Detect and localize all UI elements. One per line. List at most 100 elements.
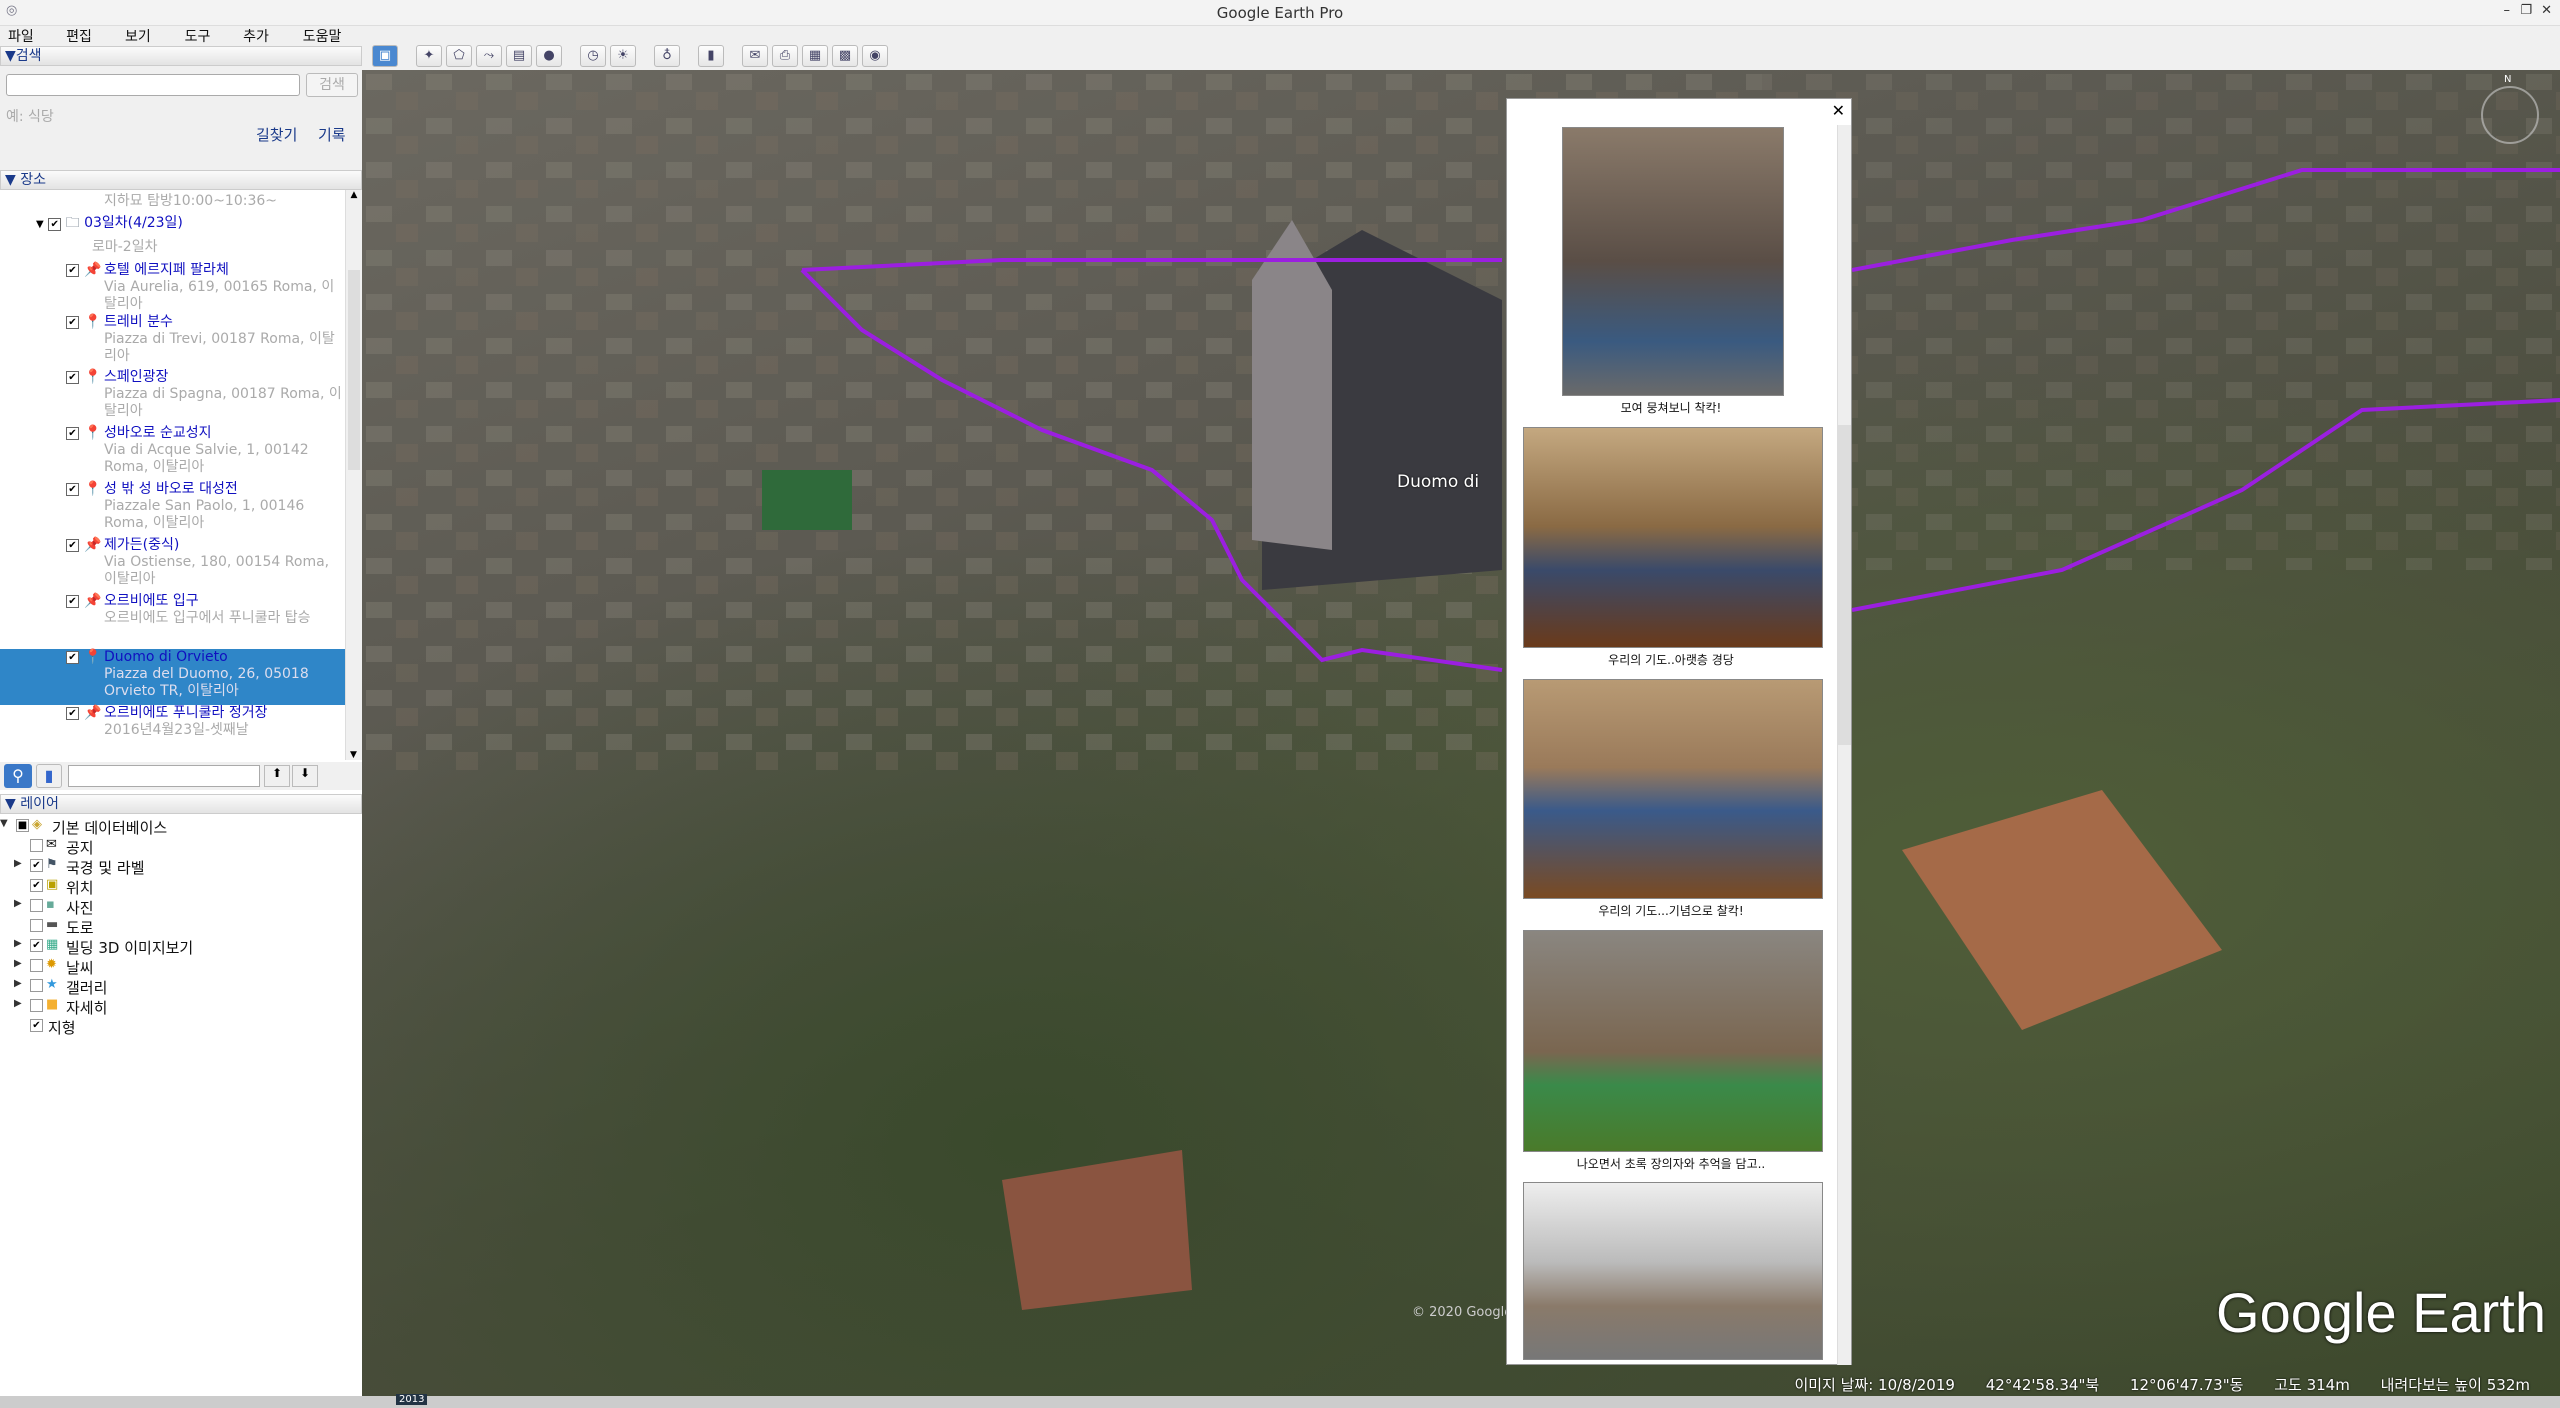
search-places-button[interactable]: ⚲ [4, 764, 32, 788]
add-path-button[interactable]: ⤳ [476, 45, 502, 67]
add-placemark-button[interactable]: ✦ [416, 45, 442, 67]
place-checkbox[interactable]: ✔ [66, 595, 79, 608]
layer-checkbox[interactable]: ✔ [30, 939, 43, 952]
place-checkbox[interactable]: ✔ [66, 539, 79, 552]
sunlight-button[interactable]: ☀ [610, 45, 636, 67]
earth-button[interactable]: ◉ [862, 45, 888, 67]
photo-caption: 모여 뭉쳐보니 착칵! [1620, 401, 1722, 415]
collapse-arrow-icon[interactable]: ▼ [36, 219, 44, 230]
layer-checkbox[interactable]: ■ [16, 819, 29, 832]
popup-scrollbar[interactable] [1837, 125, 1851, 1365]
directions-link[interactable]: 길찾기 [256, 124, 297, 145]
place-item[interactable]: ✔ 📌 오르비에또 푸니쿨라 정거장 2016년4월23일-셋째날 [0, 705, 345, 755]
menu-item[interactable]: 파일(F) [8, 26, 52, 62]
layer-checkbox[interactable]: ✔ [30, 879, 43, 892]
add-image-overlay-button[interactable]: ▤ [506, 45, 532, 67]
place-item[interactable]: ✔ 📍 Duomo di Orvieto Piazza del Duomo, 26, … [0, 649, 345, 705]
panel-toggle-button[interactable]: ▮ [36, 764, 62, 788]
layer-item[interactable]: ▶ ★ 갤러리 [0, 976, 362, 997]
search-header[interactable]: ▼검색 [0, 46, 362, 66]
planets-button[interactable]: ♁ [654, 45, 680, 67]
layer-checkbox[interactable] [30, 999, 43, 1012]
ruler-button[interactable]: ▮ [698, 45, 724, 67]
map-label[interactable]: Duomo di [1397, 472, 1479, 492]
layer-checkbox[interactable] [30, 959, 43, 972]
search-button[interactable]: 검색 [306, 73, 358, 97]
sidebar-toggle-button[interactable]: ▣ [372, 45, 398, 67]
print-button[interactable]: ⎙ [772, 45, 798, 67]
place-checkbox[interactable]: ✔ [66, 707, 79, 720]
layer-item[interactable]: ▶ ▪ 사진 [0, 896, 362, 917]
places-filter-input[interactable] [68, 765, 260, 787]
layer-item[interactable]: ▶ ✹ 날씨 [0, 956, 362, 977]
history-link[interactable]: 기록 [318, 124, 346, 145]
folder-row[interactable]: ▼ ✔ 🗀 03일차(4/23일) [36, 212, 183, 236]
expand-arrow-icon[interactable]: ▶ [14, 858, 22, 869]
layer-item[interactable]: ▶ ✔ ⚑ 국경 및 라벨 [0, 856, 362, 877]
save-image-button[interactable]: ▦ [802, 45, 828, 67]
layer-item[interactable]: ✔ ▣ 위치 [0, 876, 362, 897]
layer-item[interactable]: ✔ 지형 [0, 1016, 362, 1037]
layer-item[interactable]: ✉ 공지 [0, 836, 362, 857]
place-item[interactable]: ✔ 📍 스페인광장 Piazza di Spagna, 00187 Roma, 이탈리… [0, 369, 345, 425]
expand-arrow-icon[interactable]: ▶ [14, 898, 22, 909]
place-checkbox[interactable]: ✔ [66, 371, 79, 384]
place-checkbox[interactable]: ✔ [66, 316, 79, 329]
place-checkbox[interactable]: ✔ [66, 264, 79, 277]
yellow-pushpin-icon: 📌 [84, 705, 102, 721]
minimize-button[interactable]: – [2504, 3, 2511, 18]
photo-chapel-group[interactable] [1523, 679, 1823, 899]
menu-item[interactable]: 도움말(H) [303, 26, 362, 62]
expand-arrow-icon[interactable]: ▼ [0, 818, 8, 829]
places-scrollbar[interactable]: ▲ ▼ [345, 190, 362, 760]
layer-item[interactable]: ▬ 도로 [0, 916, 362, 937]
move-down-button[interactable]: ⬇ [292, 765, 318, 787]
layer-checkbox[interactable] [30, 919, 43, 932]
popup-close-button[interactable]: ✕ [1832, 101, 1845, 120]
photo-green-bench[interactable] [1523, 930, 1823, 1152]
place-item[interactable]: ✔ 📍 트레비 분수 Piazza di Trevi, 00187 Roma, 이탈리… [0, 314, 345, 369]
move-up-button[interactable]: ⬆ [264, 765, 290, 787]
view-in-maps-button[interactable]: ▩ [832, 45, 858, 67]
menu-item[interactable]: 보기(V) [125, 26, 171, 62]
place-item[interactable]: ✔ 📌 제가든(중식) Via Ostiense, 180, 00154 Roma, … [0, 537, 345, 593]
place-item[interactable]: ✔ 📍 성 밖 성 바오로 대성전 Piazzale San Paolo, 1, 00… [0, 481, 345, 537]
expand-arrow-icon[interactable]: ▶ [14, 958, 22, 969]
place-name: 오르비에또 입구 [104, 593, 199, 609]
close-button[interactable]: ✕ [2541, 3, 2552, 18]
layer-item[interactable]: ▼ ■ ◈ 기본 데이터베이스 [0, 816, 362, 837]
place-checkbox[interactable]: ✔ [66, 483, 79, 496]
historical-imagery-button[interactable]: ◷ [580, 45, 606, 67]
expand-arrow-icon[interactable]: ▶ [14, 978, 22, 989]
layer-item[interactable]: ▶ ✔ ▦ 빌딩 3D 이미지보기 [0, 936, 362, 957]
place-item[interactable]: ✔ 📍 성바오로 순교성지 Via di Acque Salvie, 1, 00142… [0, 425, 345, 481]
layer-checkbox[interactable]: ✔ [30, 859, 43, 872]
expand-arrow-icon[interactable]: ▶ [14, 998, 22, 1009]
places-header[interactable]: ▼ 장소 [0, 170, 362, 190]
record-tour-button[interactable]: ● [536, 45, 562, 67]
place-name: Duomo di Orvieto [104, 649, 228, 665]
layer-checkbox[interactable] [30, 899, 43, 912]
email-button[interactable]: ✉ [742, 45, 768, 67]
layer-checkbox[interactable] [30, 839, 43, 852]
restore-button[interactable]: ❐ [2520, 3, 2532, 18]
layer-checkbox[interactable]: ✔ [30, 1019, 43, 1032]
map-view[interactable]: Duomo di © 2020 Google N [362, 70, 2560, 1408]
layers-header[interactable]: ▼ 레이어 [0, 794, 362, 814]
folder-checkbox[interactable]: ✔ [48, 218, 62, 231]
place-checkbox[interactable]: ✔ [66, 651, 79, 664]
layer-checkbox[interactable] [30, 979, 43, 992]
menu-item[interactable]: 추가(A) [243, 26, 289, 62]
photo-chapel-prayer[interactable] [1523, 427, 1823, 648]
place-item[interactable]: ✔ 📌 호텔 에르지페 팔라체 Via Aurelia, 619, 00165 Rom… [0, 262, 345, 314]
place-item[interactable]: ✔ 📌 오르비에또 입구 오르비에도 입구에서 푸니쿨라 탑승 [0, 593, 345, 649]
photo-group-steps[interactable] [1562, 127, 1784, 396]
search-input[interactable] [6, 74, 300, 96]
expand-arrow-icon[interactable]: ▶ [14, 938, 22, 949]
place-checkbox[interactable]: ✔ [66, 427, 79, 440]
menu-item[interactable]: 도구(T) [185, 26, 230, 62]
menu-item[interactable]: 편집(E) [66, 26, 111, 62]
photo-town-square[interactable] [1523, 1182, 1823, 1360]
layer-item[interactable]: ▶ ■ 자세히 [0, 996, 362, 1017]
add-polygon-button[interactable]: ⬠ [446, 45, 472, 67]
